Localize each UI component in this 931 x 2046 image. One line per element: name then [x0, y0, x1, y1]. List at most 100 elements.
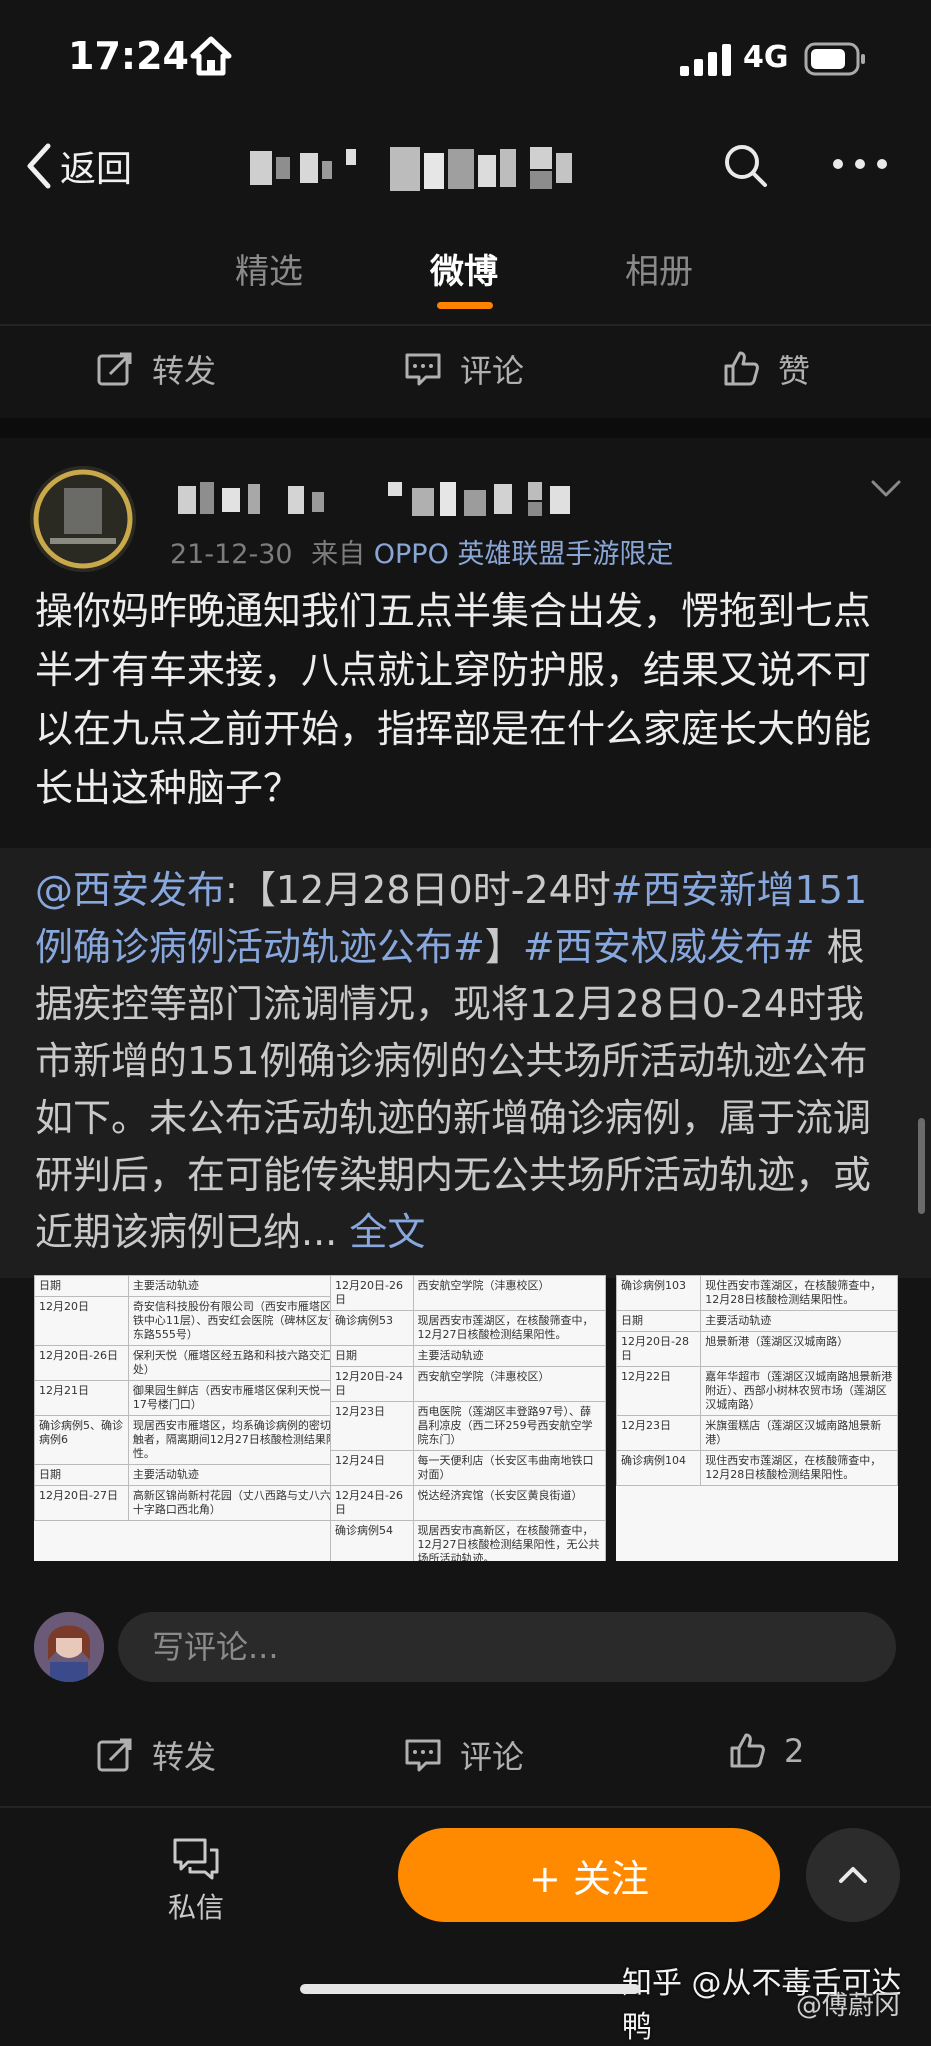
image-table: 日期 主要活动轨迹 12月20日 奇安信科技股份有限公司（西安市雁塔区中铁中心11层）… — [34, 1275, 348, 1521]
table-cell: 保利天悦（雁塔区经五路和科技六路交汇处） — [127, 1345, 348, 1381]
table-cell: 12月22日 — [616, 1366, 702, 1416]
author-avatar[interactable] — [30, 466, 136, 572]
avatar-image — [30, 466, 136, 572]
comment-input[interactable]: 写评论... — [118, 1612, 896, 1682]
like-label: 赞 — [778, 352, 811, 390]
table-cell: 米旗蛋糕店（莲湖区汉城南路旭景新港） — [700, 1415, 898, 1451]
divider — [0, 324, 931, 326]
thumbs-up-icon — [730, 1733, 765, 1768]
table-cell: 确诊病例54 — [330, 1520, 414, 1561]
table-row: 确诊病例103 现住西安市莲湖区，在核酸筛查中，12月28日核酸检测结果阳性。 — [616, 1275, 898, 1311]
table-cell: 御果园生鲜店（西安市雁塔区保利天悦一期17号楼门口） — [127, 1380, 348, 1416]
table-cell: 12月20日-28日 — [616, 1331, 702, 1367]
scroll-top-button[interactable] — [806, 1828, 900, 1922]
image-table: 确诊病例103 现住西安市莲湖区，在核酸筛查中，12月28日核酸检测结果阳性。 日期… — [616, 1275, 898, 1486]
table-row: 12月23日 米旗蛋糕店（莲湖区汉城南路旭景新港） — [616, 1415, 898, 1451]
image-table: 12月20日-26日 西安航空学院（沣惠校区） 确诊病例53 现居西安市莲湖区，在核酸… — [330, 1275, 606, 1561]
table-cell: 悦达经济宾馆（长安区黄良街道） — [412, 1485, 606, 1521]
post-image-3[interactable]: 确诊病例103 现住西安市莲湖区，在核酸筛查中，12月28日核酸检测结果阳性。 日期… — [616, 1275, 898, 1561]
repost-mid: 】 — [484, 925, 523, 969]
active-tab-indicator — [437, 302, 493, 309]
chat-bubble-icon — [173, 1838, 219, 1880]
repost-author-link[interactable]: @西安发布 — [35, 868, 225, 912]
tab-featured[interactable]: 精选 — [235, 244, 303, 293]
status-time: 17:24 — [68, 34, 189, 78]
tab-album[interactable]: 相册 — [625, 244, 693, 293]
table-cell: 确诊病例5、确诊病例6 — [34, 1415, 129, 1465]
direct-message-button[interactable]: 私信 — [160, 1836, 232, 1926]
comment-icon — [405, 353, 441, 386]
comment-label: 评论 — [460, 352, 525, 390]
tab-weibo[interactable]: 微博 — [430, 244, 498, 293]
avatar-image — [34, 1612, 104, 1682]
table-row: 12月20日-27日 高新区锦尚新村花园（丈八西路与丈八六路十字路口西北角） — [34, 1485, 348, 1521]
table-row: 12月24日-26日 悦达经济宾馆（长安区黄良街道） — [330, 1485, 606, 1521]
post-image-1[interactable]: 日期 主要活动轨迹 12月20日 奇安信科技股份有限公司（西安市雁塔区中铁中心11层）… — [34, 1275, 348, 1561]
repost-icon — [97, 1738, 132, 1772]
back-label: 返回 — [60, 149, 133, 190]
home-icon — [190, 36, 232, 76]
table-cell: 日期 — [34, 1275, 129, 1297]
table-cell: 确诊病例104 — [616, 1450, 702, 1486]
table-cell: 日期 — [330, 1345, 414, 1367]
comment-button[interactable]: 评论 — [404, 1732, 524, 1778]
repost-label: 转发 — [152, 1738, 217, 1776]
table-cell: 现住西安市莲湖区，在核酸筛查中，12月28日核酸检测结果阳性。 — [700, 1275, 898, 1311]
repost-body: 根据疾控等部门流调情况，现将12月28日0-24时我市新增的151例确诊病例的公… — [35, 925, 872, 1254]
table-cell: 每一天便利店（长安区韦曲南地铁口对面） — [412, 1450, 606, 1486]
table-cell: 12月20日 — [34, 1296, 129, 1346]
table-row: 12月24日 每一天便利店（长安区韦曲南地铁口对面） — [330, 1450, 606, 1486]
more-icon[interactable] — [830, 152, 890, 176]
table-row: 日期 主要活动轨迹 — [34, 1464, 348, 1486]
profile-name-blurred — [250, 147, 572, 191]
comment-button[interactable]: 评论 — [404, 346, 524, 392]
table-cell: 西安航空学院（沣惠校区） — [412, 1366, 606, 1402]
table-cell: 12月20日-26日 — [330, 1275, 414, 1311]
post-date: 21-12-30 — [170, 539, 293, 570]
dm-label: 私信 — [167, 1891, 224, 1924]
chevron-down-icon[interactable] — [870, 478, 902, 500]
table-row: 12月20日 奇安信科技股份有限公司（西安市雁塔区中铁中心11层）、西安红会医院（… — [34, 1296, 348, 1346]
table-row: 确诊病例5、确诊病例6 现居西安市雁塔区，均系确诊病例的密切接触者，隔离期间12月… — [34, 1415, 348, 1465]
table-row: 12月20日-28日 旭景新港（莲湖区汉城南路） — [616, 1331, 898, 1367]
table-cell: 西电医院（莲湖区丰登路97号）、薛昌利凉皮（西二环259号西安航空学院东门） — [412, 1401, 606, 1451]
table-row: 确诊病例104 现住西安市莲湖区，在核酸筛查中，12月28日核酸检测结果阳性。 — [616, 1450, 898, 1486]
follow-button[interactable]: + 关注 — [398, 1828, 780, 1922]
table-cell: 现居西安市雁塔区，均系确诊病例的密切接触者，隔离期间12月27日核酸检测结果阳性… — [127, 1415, 348, 1465]
post-meta: 21-12-30 来自 OPPO 英雄联盟手游限定 — [170, 532, 673, 571]
home-indicator[interactable] — [300, 1984, 640, 1994]
like-button[interactable]: 2 — [728, 1732, 804, 1770]
source-prefix: 来自 — [311, 539, 366, 570]
table-cell: 主要活动轨迹 — [127, 1275, 348, 1297]
repost-button[interactable]: 转发 — [96, 1732, 216, 1778]
table-row: 12月20日-24日 西安航空学院（沣惠校区） — [330, 1366, 606, 1402]
back-button[interactable]: 返回 — [24, 140, 132, 192]
repost-icon — [97, 352, 132, 386]
thumbs-up-icon — [724, 351, 759, 386]
like-button[interactable]: 赞 — [722, 346, 810, 392]
scrollbar[interactable] — [918, 1118, 925, 1214]
table-cell: 日期 — [34, 1464, 129, 1486]
table-cell: 高新区锦尚新村花园（丈八西路与丈八六路十字路口西北角） — [127, 1485, 348, 1521]
repost-label: 转发 — [152, 352, 217, 390]
chevron-left-icon — [27, 143, 51, 189]
search-icon[interactable] — [720, 140, 770, 190]
my-avatar[interactable] — [34, 1612, 104, 1682]
table-row: 12月22日 嘉年华超市（莲湖区汉城南路旭景新港附近）、西部小树林农贸市场（莲湖区… — [616, 1366, 898, 1416]
table-row: 12月23日 西电医院（莲湖区丰登路97号）、薛昌利凉皮（西二环259号西安航空学… — [330, 1401, 606, 1451]
post-image-2[interactable]: 12月20日-26日 西安航空学院（沣惠校区） 确诊病例53 现居西安市莲湖区，在核酸… — [330, 1275, 606, 1561]
table-cell: 12月24日-26日 — [330, 1485, 414, 1521]
network-type: 4G — [743, 40, 789, 75]
table-cell: 主要活动轨迹 — [412, 1345, 606, 1367]
watermark: @傅蔚冈 — [796, 1991, 901, 2021]
full-text-link[interactable]: 全文 — [349, 1210, 425, 1254]
hashtag-link[interactable]: #西安权威发布# — [523, 925, 815, 969]
repost-button[interactable]: 转发 — [96, 346, 216, 392]
table-row: 确诊病例54 现居西安市高新区，在核酸筛查中，12月27日核酸检测结果阳性，无公共… — [330, 1520, 606, 1561]
post-source[interactable]: OPPO 英雄联盟手游限定 — [374, 539, 674, 570]
section-gap — [0, 418, 931, 438]
table-cell: 主要活动轨迹 — [700, 1310, 898, 1332]
table-row: 12月20日-26日 西安航空学院（沣惠校区） — [330, 1275, 606, 1311]
post-text: 操你妈昨晚通知我们五点半集合出发，愣拖到七点半才有车来接，八点就让穿防护服，结果… — [35, 589, 872, 810]
divider — [0, 1806, 931, 1808]
